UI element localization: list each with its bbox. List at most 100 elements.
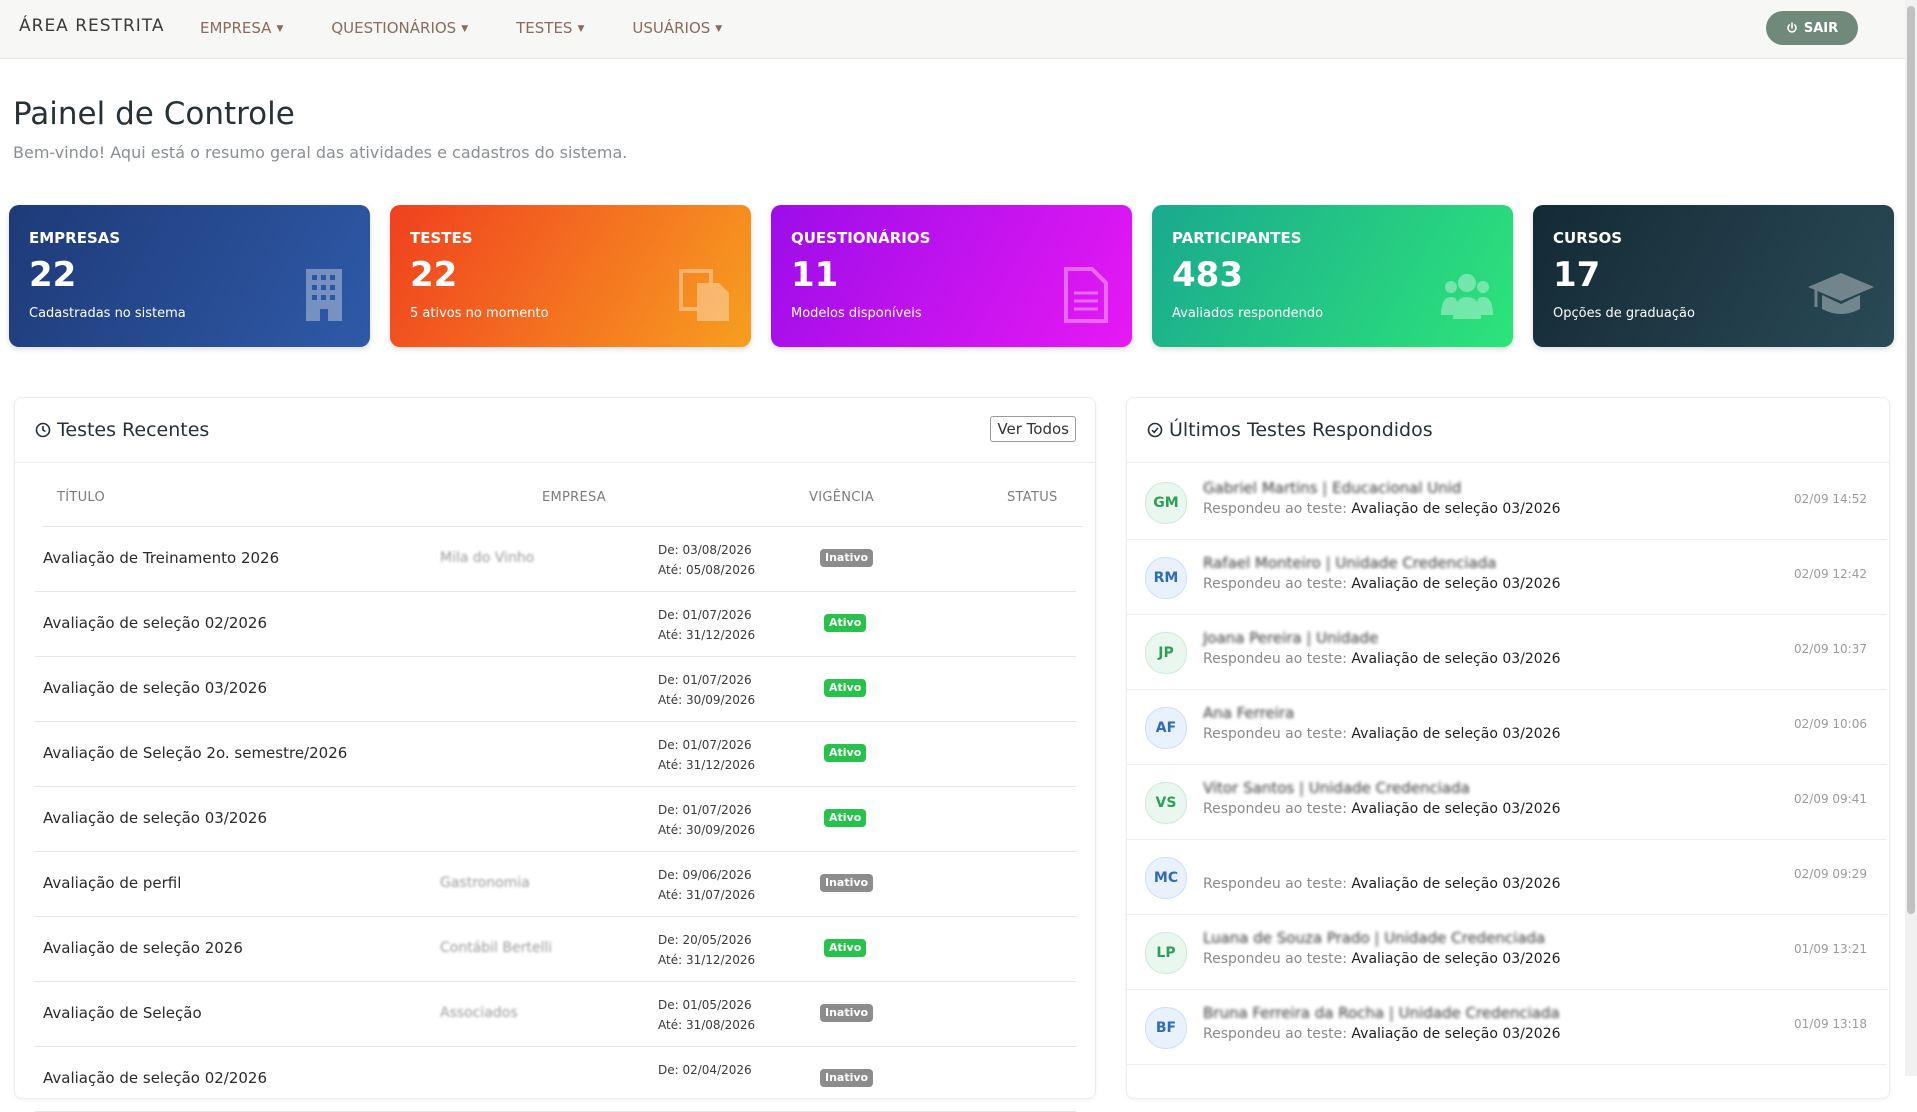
test-name[interactable]: Avaliação de seleção 03/2026 — [1351, 501, 1560, 517]
test-validity: De: 01/05/2026 Até: 31/08/2026 — [658, 995, 755, 1035]
caret-down-icon: ▼ — [715, 24, 723, 34]
test-name[interactable]: Avaliação de seleção 03/2026 — [1351, 726, 1560, 742]
table-row[interactable]: Avaliação de perfil Gastronomia De: 09/0… — [35, 851, 1076, 917]
table-row[interactable]: Avaliação de seleção 02/2026 De: 02/04/2… — [35, 1046, 1076, 1112]
validity-from: De: 01/07/2026 — [658, 738, 752, 752]
status-badge: Inativo — [820, 549, 874, 567]
list-item[interactable]: GM Gabriel Martins | Educacional Unid Re… — [1127, 464, 1887, 540]
answered-tests-title: Últimos Testes Respondidos — [1147, 419, 1433, 441]
graduation-cap-icon — [1808, 273, 1874, 314]
check-circle-icon — [1147, 422, 1163, 438]
stat-value: 483 — [1172, 255, 1243, 295]
test-company: Associados — [440, 1005, 518, 1021]
respondent-name: Vitor Santos | Unidade Credenciada — [1203, 779, 1470, 797]
list-item[interactable]: AF Ana Ferreira Respondeu ao teste: Aval… — [1127, 689, 1887, 765]
test-title: Avaliação de seleção 2026 — [43, 939, 243, 957]
timestamp: 01/09 13:18 — [1794, 1017, 1867, 1031]
stat-label: TESTES — [410, 229, 473, 247]
validity-from: De: 01/07/2026 — [658, 803, 752, 817]
col-status[interactable]: STATUS — [1007, 490, 1058, 505]
recent-tests-title-text: Testes Recentes — [57, 419, 210, 441]
col-vigencia[interactable]: VIGÊNCIA — [809, 490, 874, 505]
validity-to: Até: 31/08/2026 — [658, 1018, 756, 1032]
scrollbar-thumb[interactable] — [1907, 6, 1915, 914]
table-row[interactable]: Avaliação de Seleção 2o. semestre/2026 D… — [35, 721, 1076, 787]
test-title: Avaliação de seleção 03/2026 — [43, 679, 268, 697]
menu-questionarios[interactable]: QUESTIONÁRIOS ▼ — [331, 19, 468, 37]
action-prefix: Respondeu ao teste: — [1203, 876, 1347, 892]
avatar: LP — [1145, 932, 1187, 974]
test-validity: De: 02/04/2026 — [658, 1060, 752, 1080]
avatar: VS — [1145, 782, 1187, 824]
test-company: Contábil Bertelli — [440, 940, 553, 956]
menu-empresa[interactable]: EMPRESA ▼ — [200, 19, 283, 37]
stat-value: 22 — [29, 255, 77, 295]
test-name[interactable]: Avaliação de seleção 03/2026 — [1351, 951, 1560, 967]
test-name[interactable]: Avaliação de seleção 03/2026 — [1351, 651, 1560, 667]
test-name[interactable]: Avaliação de seleção 03/2026 — [1351, 801, 1560, 817]
list-item[interactable]: JP Joana Pereira | Unidade Respondeu ao … — [1127, 614, 1887, 690]
status-badge: Inativo — [820, 1069, 874, 1087]
table-row[interactable]: Avaliação de seleção 03/2026 De: 01/07/2… — [35, 786, 1076, 852]
stat-card-participantes[interactable]: PARTICIPANTES 483 Avaliados respondendo — [1152, 205, 1513, 347]
stat-desc: Avaliados respondendo — [1172, 306, 1324, 321]
stat-label: QUESTIONÁRIOS — [791, 229, 931, 247]
test-title: Avaliação de seleção 03/2026 — [43, 809, 268, 827]
respondent-action: Respondeu ao teste: Avaliação de seleção… — [1203, 651, 1561, 667]
stat-card-testes[interactable]: TESTES 22 5 ativos no momento — [390, 205, 751, 347]
test-title: Avaliação de perfil — [43, 874, 182, 892]
test-title: Avaliação de seleção 02/2026 — [43, 1069, 268, 1087]
validity-to: Até: 30/09/2026 — [658, 823, 756, 837]
respondent-action: Respondeu ao teste: Avaliação de seleção… — [1203, 501, 1561, 517]
test-title: Avaliação de Seleção — [43, 1004, 202, 1022]
list-item[interactable]: LP Luana de Souza Prado | Unidade Creden… — [1127, 914, 1887, 990]
building-icon — [306, 269, 342, 321]
test-name[interactable]: Avaliação de seleção 03/2026 — [1351, 876, 1560, 892]
test-name[interactable]: Avaliação de seleção 03/2026 — [1351, 1026, 1560, 1042]
validity-to: Até: 05/08/2026 — [658, 563, 756, 577]
list-item[interactable]: BF Bruna Ferreira da Rocha | Unidade Cre… — [1127, 989, 1887, 1065]
table-row[interactable]: Avaliação de seleção 02/2026 De: 01/07/2… — [35, 591, 1076, 657]
page-title: Painel de Controle — [13, 96, 295, 132]
action-prefix: Respondeu ao teste: — [1203, 501, 1347, 517]
stat-card-empresas[interactable]: EMPRESAS 22 Cadastradas no sistema — [9, 205, 370, 347]
menu-testes[interactable]: TESTES ▼ — [516, 19, 584, 37]
clock-icon — [35, 422, 51, 438]
action-prefix: Respondeu ao teste: — [1203, 576, 1347, 592]
list-item[interactable]: MC Respondeu ao teste: Avaliação de sele… — [1127, 839, 1887, 915]
status-badge: Ativo — [824, 939, 867, 957]
stat-desc: Opções de graduação — [1553, 306, 1695, 321]
table-row[interactable]: Avaliação de seleção 2026 Contábil Berte… — [35, 916, 1076, 982]
col-empresa[interactable]: EMPRESA — [542, 490, 606, 505]
list-item[interactable]: RM Rafael Monteiro | Unidade Credenciada… — [1127, 539, 1887, 615]
menu-empresa-label: EMPRESA — [200, 19, 272, 37]
respondent-action: Respondeu ao teste: Avaliação de seleção… — [1203, 576, 1561, 592]
respondent-name: Luana de Souza Prado | Unidade Credencia… — [1203, 929, 1546, 947]
respondent-action: Respondeu ao teste: Avaliação de seleção… — [1203, 876, 1561, 892]
stat-value: 17 — [1553, 255, 1601, 295]
validity-to: Até: 30/09/2026 — [658, 693, 756, 707]
col-titulo[interactable]: TÍTULO — [57, 490, 105, 505]
list-item[interactable]: VS Vitor Santos | Unidade Credenciada Re… — [1127, 764, 1887, 840]
table-row[interactable]: Avaliação de Treinamento 2026 Mila do Vi… — [35, 526, 1076, 592]
table-row[interactable]: Avaliação de seleção 03/2026 De: 01/07/2… — [35, 656, 1076, 722]
page-subtitle: Bem-vindo! Aqui está o resumo geral das … — [13, 143, 628, 162]
users-icon — [1441, 274, 1493, 319]
validity-from: De: 01/07/2026 — [658, 673, 752, 687]
logout-button[interactable]: SAIR — [1766, 11, 1858, 45]
menu-usuarios[interactable]: USUÁRIOS ▼ — [632, 19, 722, 37]
validity-to: Até: 31/12/2026 — [658, 758, 756, 772]
stat-card-cursos[interactable]: CURSOS 17 Opções de graduação — [1533, 205, 1894, 347]
action-prefix: Respondeu ao teste: — [1203, 1026, 1347, 1042]
view-all-button[interactable]: Ver Todos — [990, 416, 1076, 442]
avatar: BF — [1145, 1007, 1187, 1049]
stat-card-questionarios[interactable]: QUESTIONÁRIOS 11 Modelos disponíveis — [771, 205, 1132, 347]
respondent-name: Rafael Monteiro | Unidade Credenciada — [1203, 554, 1497, 572]
validity-from: De: 20/05/2026 — [658, 933, 752, 947]
file-text-icon — [1064, 267, 1108, 323]
test-title: Avaliação de Seleção 2o. semestre/2026 — [43, 744, 348, 762]
table-row[interactable]: Avaliação de Seleção Associados De: 01/0… — [35, 981, 1076, 1047]
test-name[interactable]: Avaliação de seleção 03/2026 — [1351, 576, 1560, 592]
brand[interactable]: ÁREA RESTRITA — [19, 16, 164, 36]
test-validity: De: 01/07/2026 Até: 31/12/2026 — [658, 605, 755, 645]
